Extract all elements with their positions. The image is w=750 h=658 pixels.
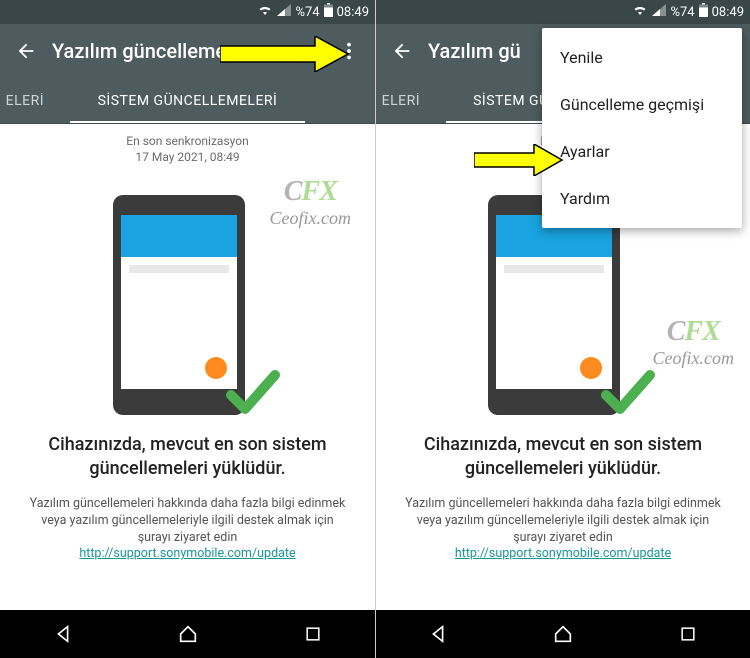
nav-recents-button[interactable] [283, 610, 343, 658]
update-status-text: Cihazınızda, mevcut en son sistem güncel… [20, 433, 355, 482]
annotation-arrow-settings [474, 144, 564, 176]
clock-text: 08:49 [712, 5, 744, 20]
nav-back-button[interactable] [408, 610, 468, 658]
tab-partial-left[interactable]: ELERİ [0, 93, 50, 109]
tab-partial-left[interactable]: ELERİ [376, 93, 426, 109]
phone-illustration [113, 195, 263, 415]
overflow-menu: Yenile Güncelleme geçmişi Ayarlar Yardım [542, 28, 742, 228]
navigation-bar [0, 610, 375, 658]
menu-item-refresh[interactable]: Yenile [542, 34, 742, 81]
navigation-bar [376, 610, 750, 658]
phone-illustration [488, 195, 638, 415]
status-bar: %74 08:49 [376, 0, 750, 24]
signal-icon [652, 4, 666, 20]
menu-item-help[interactable]: Yardım [542, 175, 742, 222]
watermark: CFX Ceofix.com [270, 176, 351, 229]
menu-item-history[interactable]: Güncelleme geçmişi [542, 81, 742, 128]
update-info-text: Yazılım güncellemeleri hakkında daha faz… [396, 496, 730, 547]
last-sync: En son senkronizasyon 17 May 2021, 08:49 [126, 134, 248, 165]
nav-home-button[interactable] [158, 610, 218, 658]
battery-icon [324, 3, 333, 21]
clock-text: 08:49 [337, 5, 369, 20]
nav-recents-button[interactable] [658, 610, 718, 658]
nav-home-button[interactable] [533, 610, 593, 658]
update-status-text: Cihazınızda, mevcut en son sistem güncel… [396, 433, 730, 482]
tab-bar: ELERİ SİSTEM GÜNCELLEMELERİ [0, 78, 375, 124]
check-icon [598, 363, 658, 423]
watermark: CFX Ceofix.com [653, 316, 734, 369]
menu-item-settings[interactable]: Ayarlar [542, 128, 742, 175]
wifi-icon [257, 4, 273, 20]
phone-left: %74 08:49 Yazılım güncelleme ELERİ SİSTE… [0, 0, 375, 658]
phone-right: %74 08:49 Yazılım gü ELERİ SİSTEM GÜNCEL… [375, 0, 750, 658]
support-link[interactable]: http://support.sonymobile.com/update [455, 546, 671, 561]
support-link[interactable]: http://support.sonymobile.com/update [79, 546, 295, 561]
wifi-icon [632, 4, 648, 20]
back-button[interactable] [384, 40, 420, 62]
battery-text: %74 [295, 5, 319, 20]
back-button[interactable] [8, 40, 44, 62]
status-bar: %74 08:49 [0, 0, 375, 24]
check-icon [223, 363, 283, 423]
tab-system-updates[interactable]: SİSTEM GÜNCELLEMELERİ [50, 78, 325, 123]
signal-icon [277, 4, 291, 20]
annotation-arrow-more [220, 36, 350, 72]
nav-back-button[interactable] [33, 610, 93, 658]
update-info-text: Yazılım güncellemeleri hakkında daha faz… [20, 496, 355, 547]
battery-icon [699, 3, 708, 21]
battery-text: %74 [670, 5, 694, 20]
